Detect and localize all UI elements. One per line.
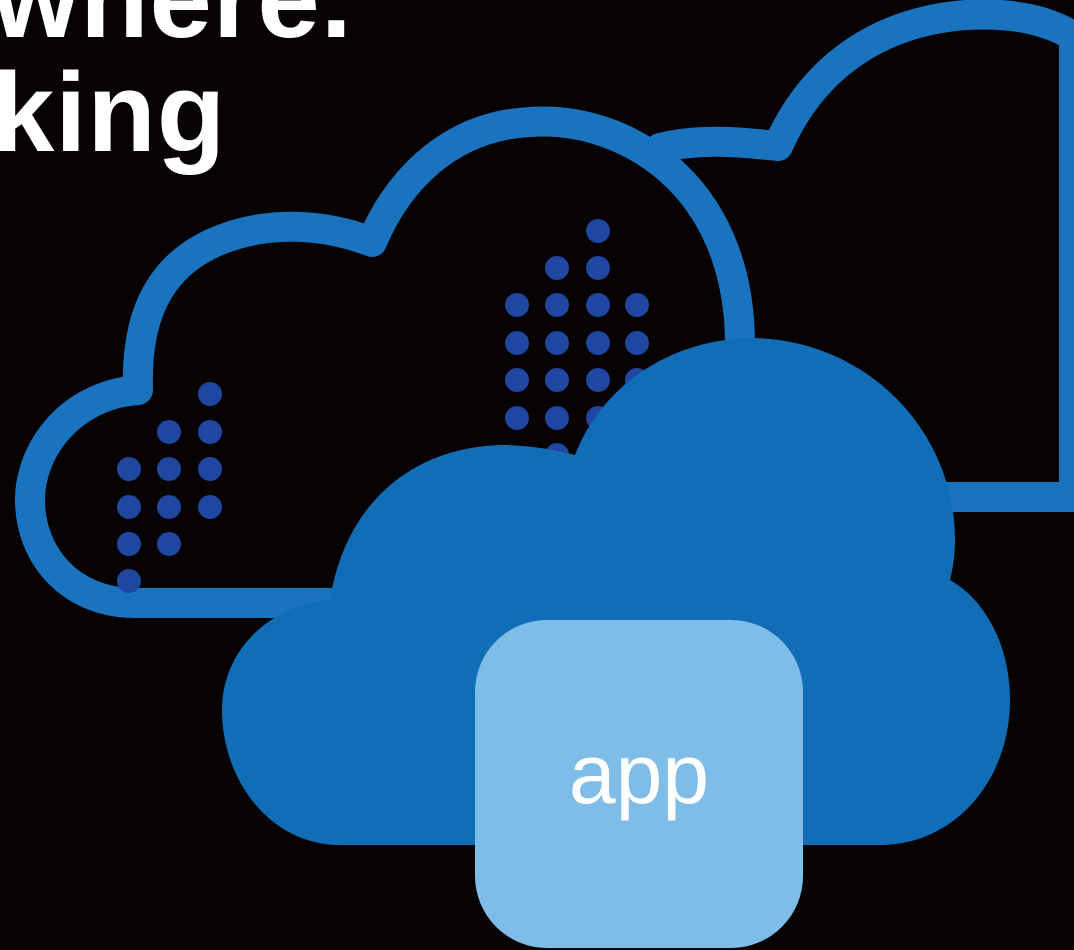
promo-banner: where. king bbox=[0, 0, 1074, 950]
app-tile-label: app bbox=[568, 727, 710, 821]
dot-pattern-left bbox=[117, 382, 222, 593]
app-tile: app bbox=[475, 620, 803, 948]
